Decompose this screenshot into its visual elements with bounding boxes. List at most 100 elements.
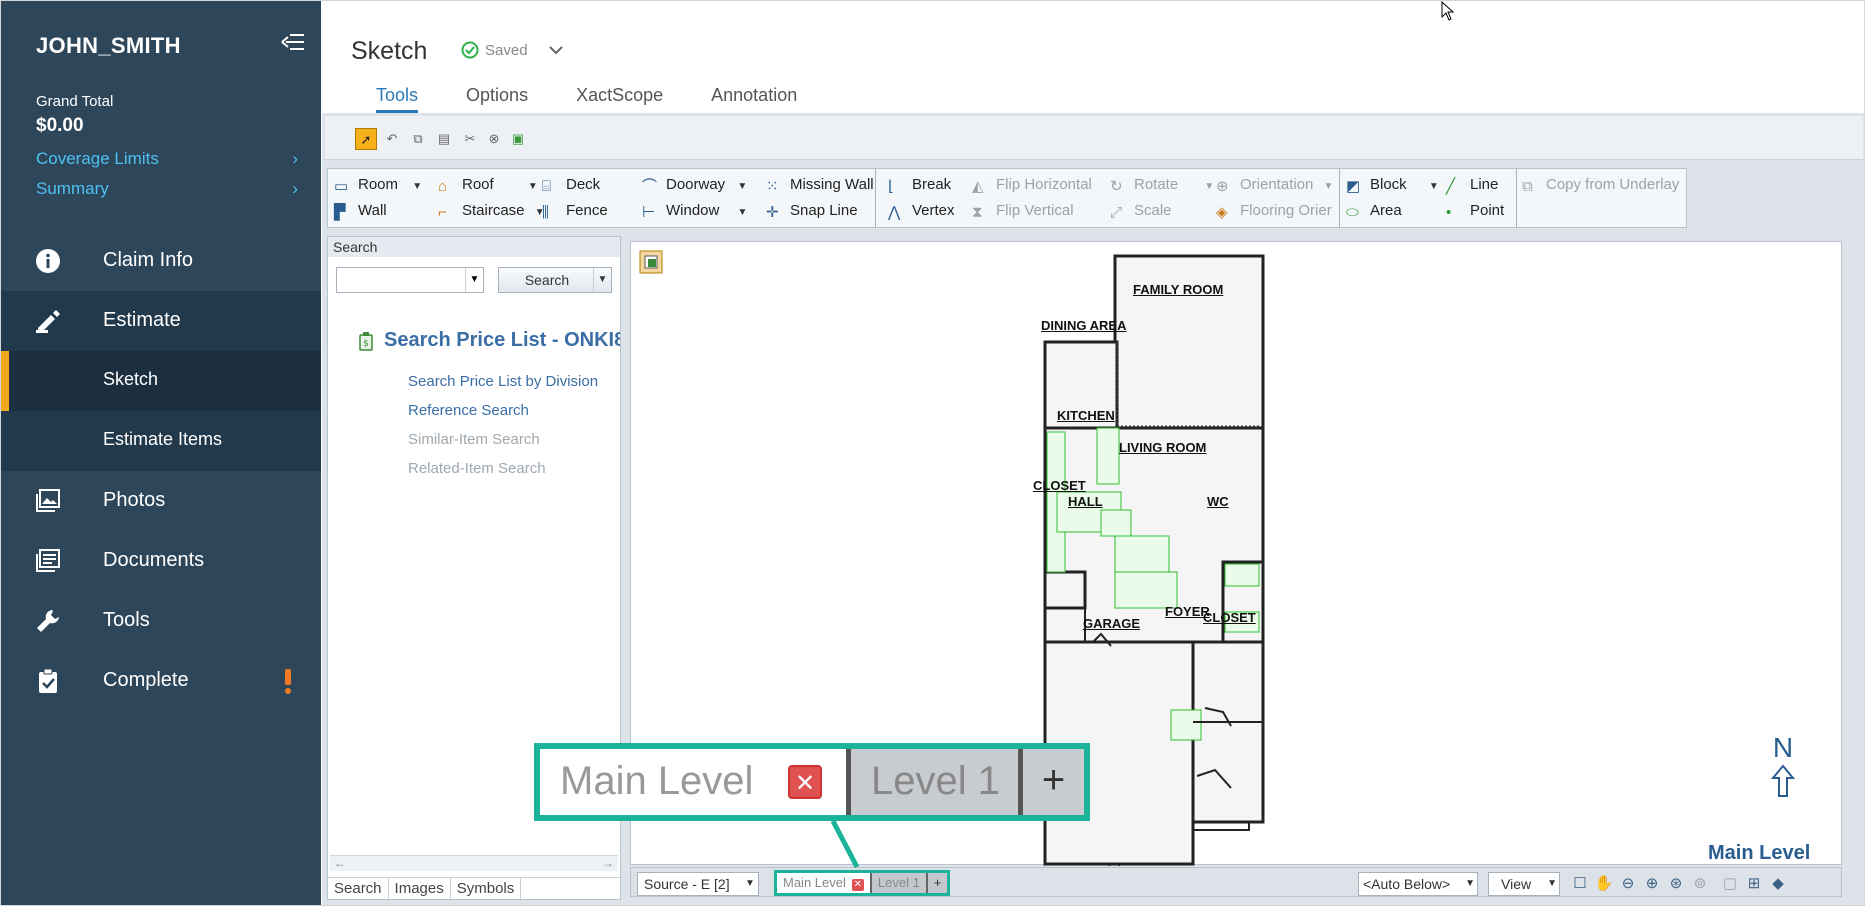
horizontal-scrollbar[interactable]: ← → xyxy=(330,855,618,871)
flooring-orientation-tool[interactable]: ◈ Flooring Orier xyxy=(1216,199,1332,223)
price-list-title: Search Price List - ONKI8X xyxy=(384,329,620,351)
collapse-sidebar-icon[interactable] xyxy=(280,31,306,53)
reference-search-link[interactable]: Reference Search xyxy=(408,402,529,419)
zoom-selection-icon[interactable]: ⊚ xyxy=(1690,874,1710,894)
cut-button[interactable]: ✂ xyxy=(459,128,481,150)
chevron-down-icon[interactable]: ▼ xyxy=(738,207,748,218)
chevron-down-icon[interactable]: ▼ xyxy=(528,181,538,192)
nav-documents[interactable]: Documents xyxy=(1,531,321,591)
tab-annotation[interactable]: Annotation xyxy=(711,85,797,113)
nav-label: Tools xyxy=(103,609,150,631)
zoom-in-icon[interactable]: ⊕ xyxy=(1642,874,1662,894)
nav-sketch[interactable]: Sketch xyxy=(1,351,321,411)
copy-button[interactable]: ⧉ xyxy=(407,128,429,150)
point-tool[interactable]: • Point xyxy=(1446,199,1504,223)
chevron-down-icon[interactable]: ▼ xyxy=(1547,873,1557,895)
chevron-down-icon[interactable]: ▼ xyxy=(1204,181,1214,192)
block-tool[interactable]: ◩ Block ▼ xyxy=(1346,173,1439,197)
select-pointer-button[interactable]: ➚ xyxy=(355,128,377,150)
scroll-right-icon[interactable]: → xyxy=(602,856,614,870)
room-icon: ▭ xyxy=(334,178,349,195)
price-list-icon: $ xyxy=(359,332,373,351)
tab-symbols[interactable]: Symbols xyxy=(451,878,522,901)
chevron-down-icon[interactable]: ▼ xyxy=(412,181,422,192)
undo-button[interactable]: ↶ xyxy=(381,128,403,150)
add-page-icon[interactable]: ⊞ xyxy=(1744,874,1764,894)
zoom-out-icon[interactable]: ⊖ xyxy=(1618,874,1638,894)
scale-icon: ⤢ xyxy=(1110,204,1123,221)
search-by-division-link[interactable]: Search Price List by Division xyxy=(408,373,598,390)
snap-line-tool[interactable]: ✛ Snap Line xyxy=(766,199,858,223)
staircase-tool[interactable]: ⌐ Staircase ▼ xyxy=(438,199,545,223)
group-button[interactable]: ⊗ xyxy=(483,128,505,150)
add-level-button[interactable]: + xyxy=(925,873,948,893)
room-label-kitchen[interactable]: KITCHEN xyxy=(1057,408,1115,423)
chevron-down-icon[interactable]: ▼ xyxy=(1429,181,1439,192)
deck-tool[interactable]: ⌸ Deck xyxy=(542,173,600,197)
doorway-tool[interactable]: ⌒ Doorway ▼ xyxy=(642,173,747,197)
scroll-left-icon[interactable]: ← xyxy=(334,856,346,870)
tab-xactscope[interactable]: XactScope xyxy=(576,85,663,113)
tab-options[interactable]: Options xyxy=(466,85,528,113)
blank-page-icon[interactable]: ▢ xyxy=(1720,874,1740,894)
nav-claim-info[interactable]: Claim Info xyxy=(1,231,321,291)
room-label-living[interactable]: LIVING ROOM xyxy=(1119,440,1206,455)
3d-view-icon[interactable]: ◆ xyxy=(1768,874,1788,894)
room-label-closet[interactable]: CLOSET xyxy=(1033,478,1086,493)
nav-estimate-items[interactable]: Estimate Items xyxy=(1,411,321,471)
chevron-down-icon[interactable]: ▼ xyxy=(1465,873,1475,895)
user-name: JOHN_SMITH xyxy=(36,33,181,58)
nav-tools[interactable]: Tools xyxy=(1,591,321,651)
export-button[interactable]: ▣ xyxy=(507,128,529,150)
view-select[interactable]: View ▼ xyxy=(1488,872,1560,896)
tab-images[interactable]: Images xyxy=(389,878,451,901)
scale-tool[interactable]: ⤢ Scale xyxy=(1110,199,1172,223)
window-tool[interactable]: ⊢ Window ▼ xyxy=(642,199,747,223)
room-tool[interactable]: ▭ Room ▼ xyxy=(334,173,422,197)
room-label-family[interactable]: FAMILY ROOM xyxy=(1133,282,1223,297)
missing-wall-tool[interactable]: ⁙ Missing Wall xyxy=(766,173,874,197)
saved-status[interactable]: Saved xyxy=(461,41,564,59)
room-label-garage[interactable]: GARAGE xyxy=(1083,616,1140,631)
flip-vertical-tool[interactable]: ⧗ Flip Vertical xyxy=(972,199,1074,223)
search-input[interactable]: ▼ xyxy=(336,267,484,293)
chevron-down-icon[interactable] xyxy=(548,42,564,58)
chevron-down-icon[interactable]: ▼ xyxy=(465,268,483,292)
break-tool[interactable]: ⌊ Break xyxy=(888,173,951,197)
chevron-down-icon[interactable]: ▼ xyxy=(737,181,747,192)
chevron-down-icon[interactable]: ▼ xyxy=(593,268,611,292)
flip-horizontal-tool[interactable]: ◭ Flip Horizontal xyxy=(972,173,1092,197)
nav-estimate[interactable]: Estimate xyxy=(1,291,321,351)
nav-photos[interactable]: Photos xyxy=(1,471,321,531)
area-tool[interactable]: ⬭ Area xyxy=(1346,199,1402,223)
staircase-label: Staircase xyxy=(462,202,525,219)
chevron-down-icon[interactable]: ▼ xyxy=(1324,181,1334,192)
nav-complete[interactable]: Complete xyxy=(1,651,321,711)
room-label-wc[interactable]: WC xyxy=(1207,494,1229,509)
source-select[interactable]: Source - E [2] ▼ xyxy=(637,872,759,896)
room-label-closet-2[interactable]: CLOSET xyxy=(1203,610,1256,625)
tab-search[interactable]: Search xyxy=(328,878,389,901)
chevron-down-icon[interactable]: ▼ xyxy=(742,873,758,895)
pan-hand-icon[interactable]: ✋ xyxy=(1594,874,1614,894)
orientation-tool[interactable]: ⊕ Orientation ▼ xyxy=(1216,173,1333,197)
vertex-tool[interactable]: ⋀ Vertex xyxy=(888,199,955,223)
fence-tool[interactable]: ⫼ Fence xyxy=(542,199,608,223)
rotate-tool[interactable]: ↻ Rotate ▼ xyxy=(1110,173,1214,197)
wall-tool[interactable]: ▛ Wall xyxy=(334,199,387,223)
search-button[interactable]: Search ▼ xyxy=(498,267,612,293)
auto-below-select[interactable]: <Auto Below> ▼ xyxy=(1358,872,1478,896)
fit-square-icon[interactable]: ☐ xyxy=(1570,874,1590,894)
room-label-dining[interactable]: DINING AREA xyxy=(1041,318,1126,333)
summary-link[interactable]: Summary › xyxy=(36,179,298,199)
tab-tools[interactable]: Tools xyxy=(376,85,419,113)
close-icon[interactable]: ✕ xyxy=(851,879,864,891)
coverage-limits-link[interactable]: Coverage Limits › xyxy=(36,149,298,169)
view-label: View xyxy=(1501,876,1532,892)
copy-from-underlay-tool[interactable]: ⧉ Copy from Underlay xyxy=(1522,173,1679,197)
roof-tool[interactable]: ⌂ Roof ▼ xyxy=(438,173,538,197)
room-label-hall[interactable]: HALL xyxy=(1068,494,1103,509)
zoom-fit-icon[interactable]: ⊛ xyxy=(1666,874,1686,894)
line-tool[interactable]: ╱ Line xyxy=(1446,173,1498,197)
paste-button[interactable]: ▤ xyxy=(433,128,455,150)
